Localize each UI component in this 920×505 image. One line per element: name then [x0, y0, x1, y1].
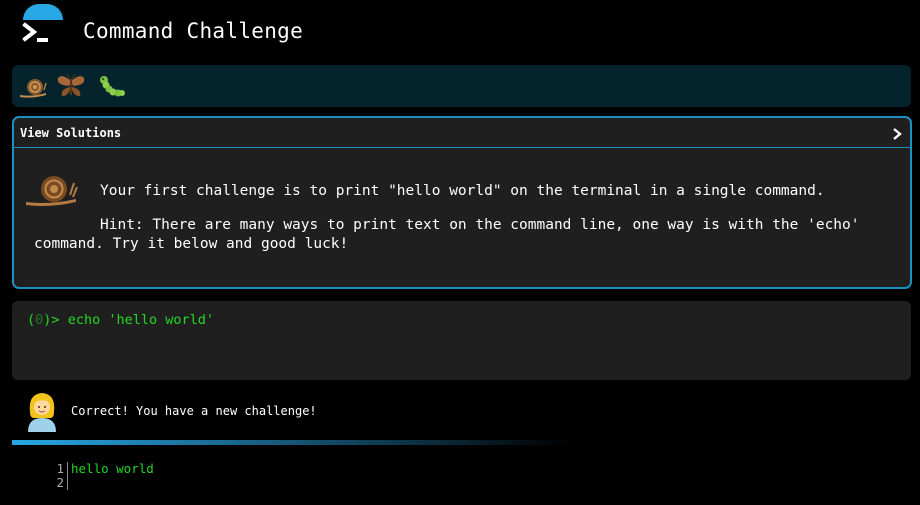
logo-arc — [23, 4, 63, 20]
output-text: hello world — [71, 461, 154, 476]
level-bar — [12, 65, 911, 107]
challenge-hint: Hint: There are many ways to print text … — [34, 217, 860, 252]
difficulty-snail-icon — [26, 176, 78, 206]
prompt-open: ( — [27, 312, 36, 328]
woman-avatar-icon — [28, 393, 56, 432]
page: Command Challenge View Solutions Your fi… — [0, 0, 920, 505]
progress-fill — [12, 440, 572, 445]
line-number: 1 — [56, 461, 64, 476]
app-title: Command Challenge — [83, 19, 304, 43]
caterpillar-icon[interactable] — [96, 73, 126, 99]
feedback-message: Correct! You have a new challenge! — [71, 404, 317, 418]
view-solutions-label: View Solutions — [20, 126, 122, 140]
snail-icon[interactable] — [18, 73, 48, 99]
command-output: 1 2 hello world — [40, 460, 340, 490]
command-text[interactable]: echo 'hello world' — [68, 312, 214, 328]
terminal-input[interactable]: (0)> echo 'hello world' — [12, 301, 911, 380]
chevron-right-icon[interactable] — [892, 127, 902, 141]
challenge-card: View Solutions Your first challenge is t… — [12, 116, 912, 289]
butterfly-icon[interactable] — [56, 73, 86, 99]
line-number: 2 — [56, 475, 64, 490]
terminal-prompt-icon[interactable] — [22, 22, 50, 44]
progress-bar — [12, 440, 572, 445]
app-header: Command Challenge — [0, 0, 920, 62]
terminal-command-line[interactable]: (0)> echo 'hello world' — [27, 312, 214, 328]
view-solutions-toggle[interactable]: View Solutions — [14, 118, 910, 148]
challenge-description: Your first challenge is to print "hello … — [100, 183, 825, 199]
output-line-numbers: 1 2 — [40, 462, 68, 490]
prompt-close: )> — [43, 312, 60, 328]
